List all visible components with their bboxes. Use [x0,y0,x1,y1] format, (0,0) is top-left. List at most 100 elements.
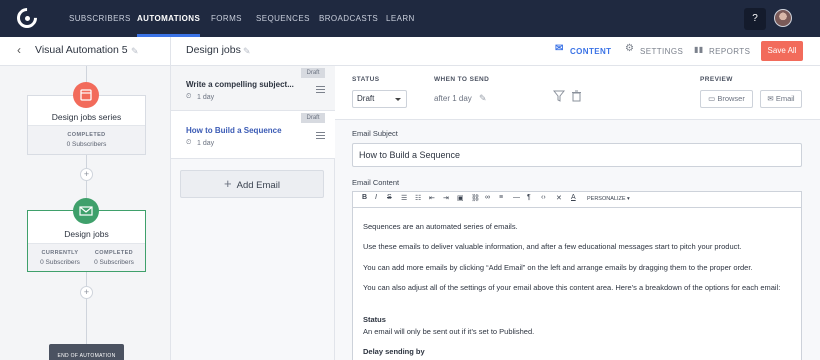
drag-handle-icon[interactable] [316,132,325,139]
draft-badge: Draft [301,68,325,78]
email-content-area: Email Subject How to Build a Sequence Em… [335,120,820,360]
subject-input[interactable]: How to Build a Sequence [352,143,802,167]
nav-subscribers[interactable]: SUBSCRIBERS [69,0,131,37]
email-settings-row: STATUS Draft WHEN TO SEND after 1 day ✎ … [335,66,820,120]
editor-heading: Delay sending by [363,347,425,356]
align-icon[interactable]: ≡ [499,194,503,201]
editor-paragraph: You can also adjust all of the settings … [363,283,781,292]
content-label: Email Content [352,178,400,187]
italic-icon[interactable]: I [375,194,377,201]
user-avatar[interactable] [774,9,792,27]
horizontal-rule-icon[interactable]: — [513,194,520,201]
email-list-item[interactable]: Draft Write a compelling subject... ⏲ 1 … [171,66,335,111]
when-to-send-value[interactable]: after 1 day [434,94,472,103]
sequence-title[interactable]: Design jobs [186,44,241,56]
editor-paragraph: Sequences are an automated series of ema… [363,222,518,231]
nav-forms[interactable]: FORMS [211,0,242,37]
outdent-icon[interactable]: ⇤ [429,194,435,202]
bold-icon[interactable]: B [362,194,367,201]
automation-header: ‹ Visual Automation 5 ✎ [0,37,170,66]
personalize-dropdown[interactable]: PERSONALIZE ▾ [587,196,630,202]
unlink-icon[interactable]: ∞ [485,194,490,201]
nav-automations[interactable]: AUTOMATIONS [137,0,201,37]
edit-pencil-icon[interactable]: ✎ [479,93,487,104]
add-email-button[interactable]: + Add Email [180,170,324,198]
editor-paragraph: An email will only be sent out if it’s s… [363,327,535,336]
event-stat-value: 0 Subscribers [66,141,107,148]
help-button[interactable]: ? [744,8,766,30]
add-step-button[interactable]: + [80,286,93,299]
email-node-footer: CURRENTLY 0 Subscribers COMPLETED 0 Subs… [28,243,145,271]
event-stat-label: COMPLETED [67,132,106,138]
automation-title[interactable]: Visual Automation 5 [35,44,128,56]
top-navbar: SUBSCRIBERS AUTOMATIONS FORMS SEQUENCES … [0,0,820,37]
clock-icon: ⏲ [186,139,192,146]
filter-icon[interactable] [553,90,565,102]
preview-email-button[interactable]: ✉ Email [760,90,802,108]
clock-icon: ⏲ [186,93,192,100]
code-icon[interactable]: ‹› [541,194,546,201]
indent-icon[interactable]: ⇥ [443,194,449,202]
email-item-delay: 1 day [197,140,215,147]
email-item-title: Write a compelling subject... [186,80,294,89]
bulleted-list-icon[interactable]: ☰ [401,194,407,202]
preview-browser-button[interactable]: ▭ Browser [700,90,753,108]
editor-paragraph: Use these emails to deliver valuable inf… [363,242,742,251]
text-color-icon[interactable]: A [571,194,576,201]
sequence-header: Design jobs ✎ [171,37,335,66]
plus-icon: + [224,176,232,191]
email-item-delay: 1 day [197,94,215,101]
edit-pencil-icon[interactable]: ✎ [131,46,139,57]
tab-content[interactable]: CONTENT [570,47,611,56]
currently-stat-value: 0 Subscribers [40,259,80,266]
email-header: ✉ CONTENT ⚙ SETTINGS ▮▮ REPORTS Save All [335,37,820,66]
email-item-title: How to Build a Sequence [186,126,282,135]
trash-icon[interactable] [571,90,582,102]
envelope-icon: ✉ [555,43,564,54]
editor-toolbar: B I S ☰ ☷ ⇤ ⇥ ▣ ⛓ ∞ ≡ — ¶ ‹› ✕ A PERSONA… [352,191,802,207]
tab-settings[interactable]: SETTINGS [640,47,683,56]
subject-label: Email Subject [352,129,398,138]
link-icon[interactable]: ⛓ [471,194,480,202]
app-frame: SUBSCRIBERS AUTOMATIONS FORMS SEQUENCES … [0,0,820,360]
currently-stat-label: CURRENTLY [41,250,79,256]
nav-sequences[interactable]: SEQUENCES [256,0,310,37]
editor-paragraph: You can add more emails by clicking “Add… [363,263,753,272]
image-icon[interactable]: ▣ [457,194,464,202]
preview-label: PREVIEW [700,76,733,83]
editor-heading: Status [363,315,386,324]
clear-format-icon[interactable]: ✕ [556,194,562,202]
add-step-button[interactable]: + [80,168,93,181]
calendar-icon [73,82,99,108]
end-of-automation: END OF AUTOMATION [49,344,124,360]
strikethrough-icon[interactable]: S [387,194,392,201]
paragraph-icon[interactable]: ¶ [527,194,531,201]
status-select[interactable]: Draft [352,90,407,108]
status-label: STATUS [352,76,380,83]
browser-icon: ▭ [708,94,716,103]
personalize-label: PERSONALIZE [587,196,626,202]
when-to-send-label: WHEN TO SEND [434,76,490,83]
automation-panel: ‹ Visual Automation 5 ✎ Design jobs seri… [0,37,171,360]
back-chevron-icon[interactable]: ‹ [17,43,21,57]
edit-pencil-icon[interactable]: ✎ [243,46,251,57]
numbered-list-icon[interactable]: ☷ [415,194,421,202]
bar-chart-icon: ▮▮ [694,45,704,54]
sequence-panel: Design jobs ✎ Draft Write a compelling s… [171,37,335,360]
email-body-editor[interactable]: Sequences are an automated series of ema… [352,207,802,360]
email-node-title: Design jobs [64,229,109,239]
draft-badge: Draft [301,113,325,123]
event-node-title: Design jobs series [51,112,122,122]
drag-handle-icon[interactable] [316,86,325,93]
tab-reports[interactable]: REPORTS [709,47,750,56]
email-list-item-selected[interactable]: Draft How to Build a Sequence ⏲ 1 day [171,111,335,159]
browser-label: Browser [717,94,745,103]
nav-learn[interactable]: LEARN [386,0,415,37]
email-label: Email [775,94,795,103]
envelope-icon: ✉ [767,94,774,103]
save-all-button[interactable]: Save All [761,41,803,61]
completed-stat-value: 0 Subscribers [94,259,134,266]
envelope-icon [73,198,99,224]
nav-broadcasts[interactable]: BROADCASTS [319,0,378,37]
gear-icon: ⚙ [625,43,635,54]
